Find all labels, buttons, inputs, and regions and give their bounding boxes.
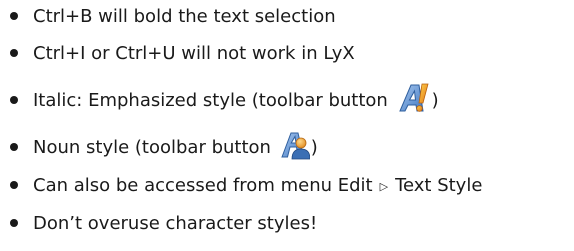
noun-icon <box>280 130 311 165</box>
item-text: Don’t overuse character styles! <box>33 212 318 234</box>
bullet-item-menu: Can also be accessed from menu Edit ▷ Te… <box>10 170 482 200</box>
item-text-before: Noun style (toolbar button <box>33 136 277 158</box>
item-text: Can also be accessed from menu Edit ▷ Te… <box>33 175 482 196</box>
item-text-after: Text Style <box>395 174 483 196</box>
bullet-item-ctrl-keys: Ctrl+I or Ctrl+U will not work in LyX <box>10 38 355 68</box>
item-text: Ctrl+B will bold the text selection <box>33 5 336 27</box>
bullet-dot <box>10 49 18 57</box>
item-text-before: Can also be accessed from menu Edit <box>33 174 373 196</box>
bullet-item-dont-overuse: Don’t overuse character styles! <box>10 208 317 238</box>
item-text-after: ) <box>310 136 318 158</box>
bullet-item-bold: Ctrl+B will bold the text selection <box>10 1 336 31</box>
item-text: Noun style (toolbar button) <box>33 130 318 165</box>
item-text-before: Italic: Emphasized style (toolbar button <box>33 89 394 111</box>
emphasize-icon <box>397 82 431 119</box>
bullet-dot <box>10 12 18 20</box>
menu-arrow-icon: ▷ <box>379 179 389 193</box>
bullet-item-italic: Italic: Emphasized style (toolbar button <box>10 83 439 115</box>
bullet-item-noun: Noun style (toolbar button) <box>10 132 318 162</box>
slide: Ctrl+B will bold the text selection Ctrl… <box>0 0 574 251</box>
bullet-dot <box>10 219 18 227</box>
item-text-after: ) <box>431 89 439 111</box>
bullet-dot <box>10 181 18 189</box>
item-text: Ctrl+I or Ctrl+U will not work in LyX <box>33 42 355 64</box>
item-text: Italic: Emphasized style (toolbar button <box>33 82 439 119</box>
bullet-dot <box>10 96 18 104</box>
bullet-dot <box>10 143 18 151</box>
